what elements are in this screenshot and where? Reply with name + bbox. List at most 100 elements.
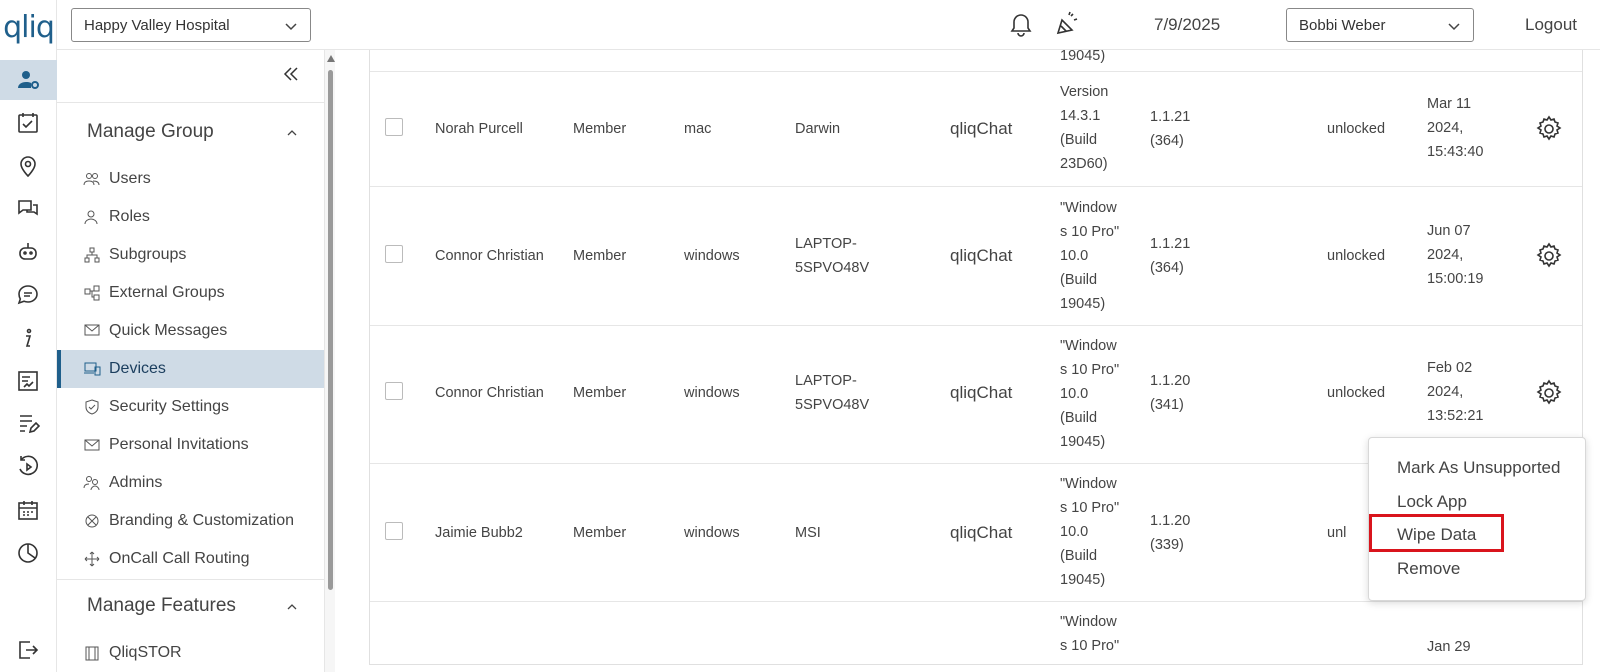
table-row: "Window s 10 Pro" Jan 29: [370, 602, 1582, 664]
sidebar-item-label: OnCall Call Routing: [109, 550, 250, 567]
app-version-line: 1.1.20: [1150, 513, 1191, 529]
app-version-cell: 1.1.20 (339): [1150, 509, 1190, 557]
users-icon: [83, 173, 100, 186]
top-bar: Happy Valley Hospital 7/9/2025 Bobbi Web…: [57, 0, 1600, 50]
sidebar-item-qliqstor[interactable]: QliqSTOR: [57, 634, 324, 672]
role-cell: Member: [573, 248, 627, 264]
table-row: 19045): [370, 50, 1582, 72]
info-icon[interactable]: [8, 318, 48, 358]
gear-icon[interactable]: [1535, 115, 1563, 143]
double-chevron-left-icon[interactable]: [281, 64, 301, 84]
envelope-icon: [84, 439, 100, 451]
document-sign-icon[interactable]: [8, 361, 48, 401]
sidebar-item-branding[interactable]: Branding & Customization: [57, 502, 324, 540]
user-name-cell: Jaimie Bubb2: [435, 525, 523, 541]
sidebar-item-quick-messages[interactable]: Quick Messages: [57, 312, 324, 350]
device-line: LAPTOP-: [795, 236, 857, 252]
last-seen-cell: Jun 07 2024, 15:00:19: [1427, 219, 1483, 291]
row-checkbox[interactable]: [385, 522, 403, 540]
section-title-manage-features[interactable]: Manage Features: [87, 595, 236, 617]
devices-icon: [84, 362, 101, 376]
os-version-line: 23D60): [1060, 156, 1108, 172]
sidebar-item-label: External Groups: [109, 284, 225, 301]
row-checkbox[interactable]: [385, 382, 403, 400]
os-version-line: s 10 Pro": [1060, 224, 1120, 240]
chat-bubbles-icon[interactable]: [8, 189, 48, 229]
sidebar-item-security-settings[interactable]: Security Settings: [57, 388, 324, 426]
divider: [57, 102, 324, 103]
menu-item-remove[interactable]: Remove: [1397, 559, 1460, 579]
chevron-up-icon[interactable]: [286, 601, 298, 613]
menu-item-mark-unsupported[interactable]: Mark As Unsupported: [1397, 458, 1560, 478]
sidebar-item-label: QliqSTOR: [109, 644, 182, 661]
os-version-line: (Build: [1060, 410, 1098, 426]
date-line: Jun 07: [1427, 223, 1471, 239]
device-actions-menu: Mark As Unsupported Lock App Wipe Data R…: [1368, 437, 1586, 601]
app-version-line: 1.1.21: [1150, 109, 1191, 125]
date-line: Jan 29: [1427, 639, 1471, 655]
scroll-up-arrow[interactable]: [327, 55, 335, 62]
sidebar-item-personal-invitations[interactable]: Personal Invitations: [57, 426, 324, 464]
row-checkbox[interactable]: [385, 118, 403, 136]
os-version-line: 19045): [1060, 572, 1106, 588]
os-version-cell: "Window s 10 Pro" 10.0 (Build 19045): [1060, 334, 1119, 454]
role-icon: [84, 210, 98, 225]
os-version-line: 10.0: [1060, 524, 1089, 540]
exit-icon[interactable]: [8, 630, 48, 670]
sidebar-item-users[interactable]: Users: [57, 160, 324, 198]
date-line: Mar 11: [1427, 96, 1472, 112]
hospital-select[interactable]: Happy Valley Hospital: [71, 8, 311, 42]
scroll-thumb[interactable]: [328, 70, 333, 590]
pie-chart-icon[interactable]: [8, 533, 48, 573]
role-cell: Member: [573, 121, 627, 137]
sidebar-item-subgroups[interactable]: Subgroups: [57, 236, 324, 274]
branding-icon: [85, 514, 99, 528]
table-row: Norah Purcell Member mac Darwin qliqChat…: [370, 72, 1582, 187]
sidebar-item-admins[interactable]: Admins: [57, 464, 324, 502]
app-version-cell: 1.1.21 (364): [1150, 232, 1190, 280]
gear-icon[interactable]: [1535, 379, 1563, 407]
os-cell: windows: [684, 525, 740, 541]
location-pin-icon[interactable]: [8, 146, 48, 186]
bot-icon[interactable]: [8, 232, 48, 272]
os-version-cell: Version 14.3.1 (Build 23D60): [1060, 80, 1108, 176]
sidebar-item-external-groups[interactable]: External Groups: [57, 274, 324, 312]
menu-item-lock-app[interactable]: Lock App: [1397, 492, 1467, 512]
bell-icon[interactable]: [1007, 11, 1035, 39]
calendar-icon[interactable]: [8, 490, 48, 530]
sidebar-item-oncall-routing[interactable]: OnCall Call Routing: [57, 540, 324, 578]
user-select[interactable]: Bobbi Weber: [1286, 8, 1474, 42]
shield-icon: [85, 399, 99, 415]
chevron-up-icon[interactable]: [286, 127, 298, 139]
message-icon[interactable]: [8, 275, 48, 315]
sidebar-item-roles[interactable]: Roles: [57, 198, 324, 236]
section-title-manage-group[interactable]: Manage Group: [87, 121, 214, 143]
menu-item-wipe-data[interactable]: Wipe Data: [1397, 525, 1476, 545]
os-version-line: s 10 Pro": [1060, 638, 1120, 654]
date-line: 2024,: [1427, 247, 1464, 263]
os-cell: mac: [684, 121, 712, 137]
storage-icon: [85, 646, 99, 661]
user-name-cell: Connor Christian: [435, 248, 544, 264]
row-checkbox[interactable]: [385, 245, 403, 263]
app-version-line: (339): [1150, 537, 1184, 553]
icon-rail: qliq: [0, 0, 57, 672]
form-edit-icon[interactable]: [8, 404, 48, 444]
admins-icon: [83, 476, 100, 491]
gear-icon[interactable]: [1535, 242, 1563, 270]
device-cell: Darwin: [795, 117, 840, 141]
os-version-line: 19045): [1060, 296, 1106, 312]
announcement-icon[interactable]: [1053, 11, 1081, 39]
sidebar-item-label: Users: [109, 170, 151, 187]
user-settings-icon[interactable]: [0, 60, 57, 100]
sidebar-item-label: Personal Invitations: [109, 436, 249, 453]
logout-link[interactable]: Logout: [1525, 15, 1577, 35]
subgroups-icon: [84, 247, 100, 263]
history-icon[interactable]: [8, 447, 48, 487]
sidebar-item-devices[interactable]: Devices: [57, 350, 324, 388]
app-cell: qliqChat: [950, 246, 1013, 265]
task-check-icon[interactable]: [8, 103, 48, 143]
os-version-line: 10.0: [1060, 248, 1089, 264]
device-line: Darwin: [795, 121, 841, 137]
os-version-line: Version: [1060, 84, 1109, 100]
